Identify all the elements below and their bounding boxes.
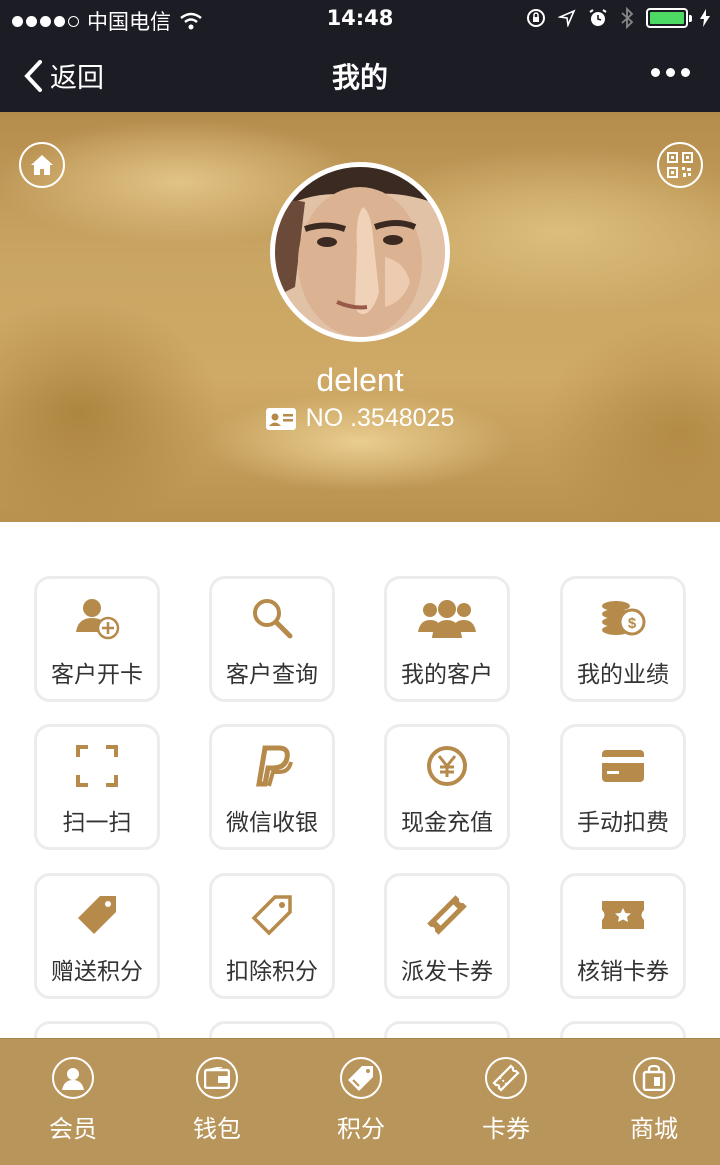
grid-item-label: 扫一扫 xyxy=(62,810,132,836)
grid-item-customer-search[interactable]: 客户查询 xyxy=(209,576,335,702)
tab-label: 积分 xyxy=(337,1115,385,1143)
grid-item-label: 微信收银 xyxy=(226,810,318,836)
grid-item-my-customers[interactable]: 我的客户 xyxy=(384,576,510,702)
tag-outline-icon xyxy=(251,895,292,936)
more-button[interactable] xyxy=(651,68,690,77)
tab-shop[interactable]: 商城 xyxy=(594,1039,714,1165)
grid-item-redeem-coupon[interactable]: 核销卡券 xyxy=(560,873,686,999)
qr-code-button[interactable] xyxy=(657,142,703,188)
tab-label: 卡券 xyxy=(482,1115,530,1143)
tag-filled-icon xyxy=(78,896,116,934)
qr-code-icon xyxy=(667,152,693,178)
member-number-text: NO .3548025 xyxy=(305,404,455,432)
profile-header: delent NO .3548025 xyxy=(0,112,720,522)
tab-points[interactable]: 积分 xyxy=(301,1039,421,1165)
location-icon xyxy=(558,9,576,27)
member-number: NO .3548025 xyxy=(0,404,720,433)
paypal-icon xyxy=(256,745,293,787)
home-button[interactable] xyxy=(19,142,65,188)
grid-item-cash-topup[interactable]: 现金充值 xyxy=(384,724,510,850)
scan-icon xyxy=(76,745,118,787)
home-icon xyxy=(31,155,53,175)
star-ticket-icon xyxy=(602,901,644,929)
coupon-icon xyxy=(492,1064,520,1092)
dot-icon xyxy=(681,68,690,77)
grid-item-label: 核销卡券 xyxy=(577,959,669,985)
dot-icon xyxy=(651,68,660,77)
tab-coupons[interactable]: 卡券 xyxy=(446,1039,566,1165)
grid-item-issue-coupon[interactable]: 派发卡券 xyxy=(384,873,510,999)
charging-icon xyxy=(700,9,710,27)
grid-item-label: 扣除积分 xyxy=(226,959,318,985)
tab-member[interactable]: 会员 xyxy=(13,1039,133,1165)
grid-item-label: 派发卡券 xyxy=(401,959,493,985)
username: delent xyxy=(316,362,404,398)
grid-item-label: 我的业绩 xyxy=(577,662,669,688)
add-user-icon xyxy=(76,599,120,640)
grid-item-label: 赠送积分 xyxy=(51,959,143,985)
grid-item-deduct-points[interactable]: 扣除积分 xyxy=(209,873,335,999)
status-bar: 中国电信 14:48 xyxy=(0,0,720,38)
card-icon xyxy=(602,750,644,782)
grid-item-label: 我的客户 xyxy=(401,662,493,688)
grid-item-my-performance[interactable]: $ 我的业绩 xyxy=(560,576,686,702)
avatar-portrait-image xyxy=(275,167,445,337)
page-title: 我的 xyxy=(331,61,388,94)
grid-item-gift-points[interactable]: 赠送积分 xyxy=(34,873,160,999)
tab-label: 钱包 xyxy=(193,1115,241,1143)
function-grid: 客户开卡 客户查询 我的客户 $ 我的业绩 扫一扫 微信收银 现金充值 手动扣费… xyxy=(0,522,720,1042)
alarm-icon xyxy=(589,9,607,26)
id-card-icon xyxy=(265,407,296,430)
search-icon xyxy=(253,599,293,639)
grid-item-manual-deduct[interactable]: 手动扣费 xyxy=(560,724,686,850)
grid-item-label: 客户开卡 xyxy=(51,662,143,688)
grid-item-label: 客户查询 xyxy=(226,662,318,688)
tab-label: 会员 xyxy=(49,1115,97,1143)
grid-item-label: 现金充值 xyxy=(401,810,493,836)
tab-bar: 会员 钱包 积分 卡券 商城 xyxy=(0,1038,720,1165)
lock-rotation-icon xyxy=(527,9,545,27)
tab-label: 商城 xyxy=(630,1115,678,1143)
member-icon xyxy=(62,1068,84,1090)
grid-item-wechat-checkout[interactable]: 微信收银 xyxy=(209,724,335,850)
grid-item-open-card[interactable]: 客户开卡 xyxy=(34,576,160,702)
wallet-icon xyxy=(204,1067,230,1089)
avatar[interactable] xyxy=(270,162,450,342)
tab-wallet[interactable]: 钱包 xyxy=(157,1039,277,1165)
yen-icon xyxy=(427,746,467,786)
points-tag-icon xyxy=(348,1066,373,1091)
shop-bag-icon xyxy=(642,1065,666,1091)
status-right xyxy=(526,7,710,29)
dot-icon xyxy=(666,68,675,77)
nav-bar: 返回 我的 xyxy=(0,38,720,112)
battery-icon xyxy=(646,8,692,28)
grid-item-scan[interactable]: 扫一扫 xyxy=(34,724,160,850)
users-icon xyxy=(418,600,476,638)
svg-text:$: $ xyxy=(628,615,637,632)
coins-icon: $ xyxy=(602,601,646,636)
ticket-icon xyxy=(427,895,467,935)
grid-item-label: 手动扣费 xyxy=(577,810,669,836)
bluetooth-icon xyxy=(621,7,634,29)
